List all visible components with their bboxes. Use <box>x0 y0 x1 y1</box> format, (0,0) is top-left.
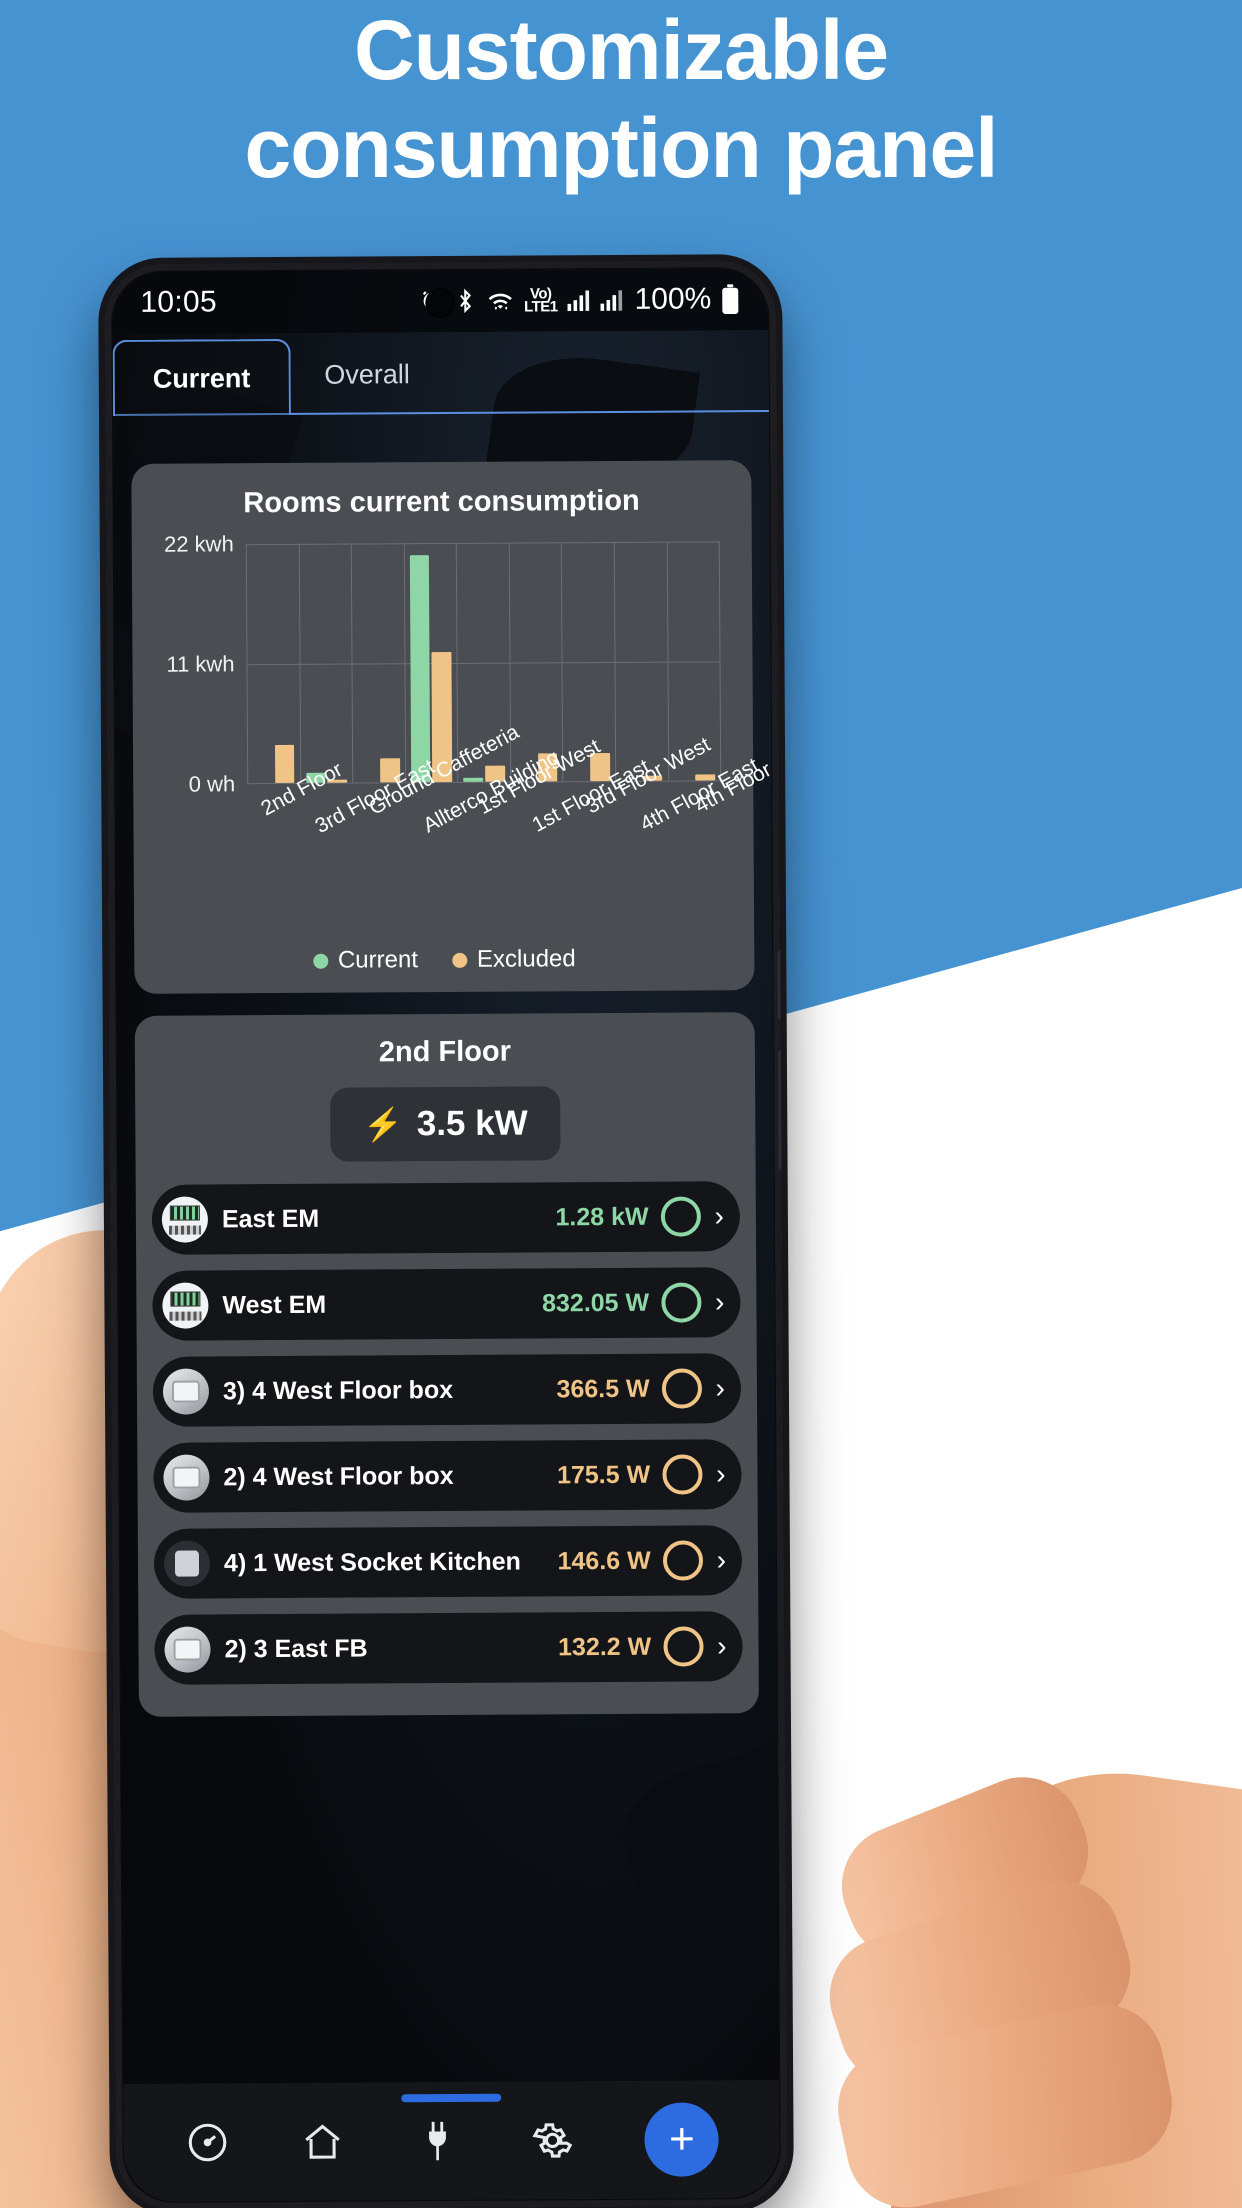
legend-dot-excluded <box>451 952 468 968</box>
bar-current <box>463 777 484 782</box>
battery-icon <box>720 284 740 315</box>
phone-device: 2100 10:05 <box>104 259 788 2208</box>
bar-excluded <box>274 745 295 784</box>
chart-column[interactable] <box>404 543 459 783</box>
device-status-ring[interactable] <box>663 1626 704 1667</box>
legend-dot-current <box>312 953 328 969</box>
chart-column[interactable] <box>246 544 301 784</box>
device-name: 2) 4 West Floor box <box>223 1461 454 1491</box>
chart-column[interactable] <box>299 544 354 783</box>
device-row[interactable]: 2) 3 East FB 132.2 W › <box>154 1611 743 1685</box>
phone-screen: 2100 10:05 <box>112 268 780 2202</box>
tab-bar-spacer <box>444 410 769 412</box>
room-card: 2nd Floor ⚡ 3.5 kW East EM 1.28 kW › West E… <box>134 1012 759 1717</box>
legend-item-excluded[interactable]: Excluded <box>451 945 576 974</box>
device-value: 132.2 W <box>557 1632 652 1661</box>
device-name: 2) 3 East FB <box>224 1633 368 1663</box>
bolt-icon: ⚡ <box>362 1106 403 1143</box>
chart-title: Rooms current consumption <box>243 484 640 520</box>
chart-x-axis: 2nd Floor 3rd Floor East Ground Caffeteria… <box>247 720 780 922</box>
nav-home-icon[interactable] <box>299 2119 345 2165</box>
add-fab-button[interactable]: + <box>644 2102 720 2177</box>
device-status-ring[interactable] <box>661 1368 702 1409</box>
tab-current[interactable]: Current <box>112 338 291 417</box>
nav-plug-icon[interactable] <box>414 2118 460 2164</box>
device-status-ring[interactable] <box>662 1454 703 1495</box>
legend-item-current[interactable]: Current <box>312 946 419 975</box>
device-name: East EM <box>221 1204 320 1233</box>
device-status-ring[interactable] <box>660 1196 701 1237</box>
room-power-value: 3.5 kW <box>416 1103 528 1144</box>
device-row[interactable]: West EM 832.05 W › <box>152 1267 741 1341</box>
floor-box-icon <box>162 1368 210 1415</box>
status-clock: 10:05 <box>140 285 217 319</box>
chart-legend: Current Excluded <box>134 944 754 976</box>
device-status-ring[interactable] <box>660 1282 702 1323</box>
device-name: 4) 1 West Socket Kitchen <box>223 1547 521 1577</box>
y-tick-label-11: 11 kwh <box>166 651 235 677</box>
chevron-right-icon[interactable]: › <box>716 1458 726 1489</box>
y-tick-label-0: 0 wh <box>188 771 236 797</box>
floor-box-icon <box>163 1454 210 1501</box>
volte-bottom-label: LTE1 <box>523 298 558 316</box>
tab-overall[interactable]: Overall <box>290 336 444 413</box>
chart-plot-wrapper: 22 kwh 11 kwh 0 wh 2nd Floor 3rd Floor Ea… <box>150 531 780 845</box>
signal-icon-2 <box>599 288 623 312</box>
device-row[interactable]: 3) 4 West Floor box 366.5 W › <box>152 1353 742 1427</box>
home-indicator <box>401 2093 502 2103</box>
signal-icon-1 <box>566 288 590 312</box>
chevron-right-icon[interactable]: › <box>714 1200 724 1231</box>
headline-line-2: consumption panel <box>244 101 998 195</box>
headline-line-1: Customizable <box>353 3 889 97</box>
chart-card: Rooms current consumption 22 kwh 11 kwh … <box>131 460 780 994</box>
y-tick-label-22: 22 kwh <box>163 531 234 557</box>
wifi-icon <box>485 288 515 314</box>
energy-meter-icon <box>162 1282 209 1329</box>
device-row[interactable]: 4) 1 West Socket Kitchen 146.6 W › <box>153 1525 743 1599</box>
app-content: Rooms current consumption 22 kwh 11 kwh … <box>113 412 780 2202</box>
chevron-right-icon[interactable]: › <box>717 1630 727 1661</box>
bar-current <box>409 554 431 783</box>
volte-icon: Vo) LTE1 <box>523 285 558 316</box>
device-name: West EM <box>222 1290 327 1319</box>
energy-meter-icon <box>161 1196 209 1243</box>
device-value: 146.6 W <box>557 1546 651 1575</box>
device-value: 832.05 W <box>541 1288 650 1317</box>
bluetooth-icon <box>454 288 476 314</box>
nav-gauge-icon[interactable] <box>184 2119 230 2165</box>
device-value: 366.5 W <box>556 1374 650 1403</box>
status-icon-group: Vo) LTE1 100% <box>419 282 740 318</box>
legend-label-excluded: Excluded <box>476 945 576 973</box>
room-power-badge[interactable]: ⚡ 3.5 kW <box>330 1086 561 1162</box>
chart-y-axis: 22 kwh 11 kwh 0 wh <box>150 531 243 796</box>
device-row[interactable]: East EM 1.28 kW › <box>151 1181 741 1255</box>
floor-box-icon <box>164 1626 211 1673</box>
socket-icon <box>163 1540 211 1587</box>
device-list: East EM 1.28 kW › West EM 832.05 W › 3) 4 West… <box>151 1181 743 1685</box>
chevron-right-icon[interactable]: › <box>715 1286 725 1317</box>
battery-percent-label: 100% <box>634 282 712 316</box>
legend-label-current: Current <box>337 946 419 974</box>
chart-column[interactable] <box>614 542 669 781</box>
chart-column[interactable] <box>351 544 406 783</box>
device-name: 3) 4 West Floor box <box>222 1375 454 1405</box>
device-row[interactable]: 2) 4 West Floor box 175.5 W › <box>153 1439 742 1513</box>
marketing-headline: Customizable consumption panel <box>0 8 1242 190</box>
chevron-right-icon[interactable]: › <box>716 1372 726 1403</box>
device-status-ring[interactable] <box>662 1540 703 1581</box>
camera-punch-hole <box>425 287 456 319</box>
nav-gear-icon[interactable] <box>530 2117 576 2163</box>
chart-column[interactable] <box>509 543 564 782</box>
device-value: 1.28 kW <box>555 1202 649 1231</box>
room-title: 2nd Floor <box>378 1035 512 1069</box>
tab-bar: Current Overall <box>112 330 769 417</box>
device-value: 175.5 W <box>556 1460 651 1489</box>
chevron-right-icon[interactable]: › <box>717 1544 727 1575</box>
